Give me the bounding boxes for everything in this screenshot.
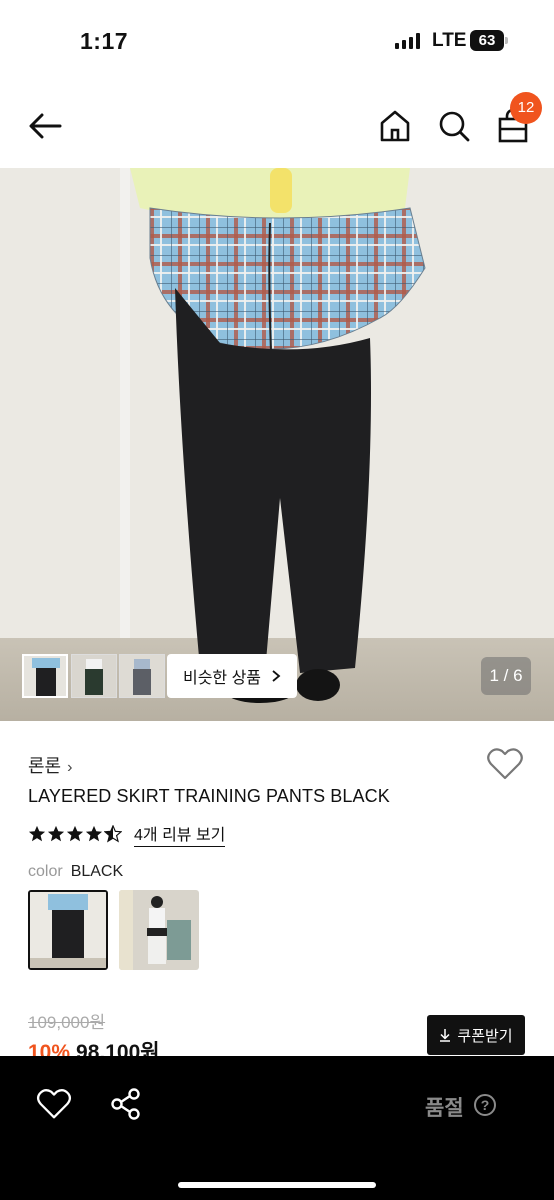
search-button[interactable] [436,108,472,144]
gallery-thumbnail[interactable] [71,654,117,698]
chevron-right-icon: › [67,759,73,776]
home-icon [380,110,410,142]
share-icon [111,1088,140,1120]
brand-link[interactable]: 론론 › [28,752,72,778]
help-icon[interactable]: ? [474,1094,496,1116]
product-photo [0,168,554,721]
product-title: LAYERED SKIRT TRAINING PANTS BLACK [28,786,390,806]
color-label: color [28,863,63,880]
similar-products-label: 비슷한 상품 [182,670,262,687]
get-coupon-button[interactable]: 쿠폰받기 [427,1015,525,1055]
color-value: BLACK [70,863,124,880]
star-icon [47,825,65,842]
color-swatch-black[interactable] [28,890,108,970]
gallery-thumbnail[interactable] [119,654,165,698]
similar-products-button[interactable]: 비슷한 상품 [167,654,297,698]
search-icon [439,111,470,142]
star-rating [28,825,122,843]
bottom-wishlist-button[interactable] [36,1086,72,1122]
home-indicator [178,1182,376,1188]
battery-level: 63 [470,30,504,51]
heart-icon [487,748,523,780]
gallery-thumbnail[interactable] [22,654,68,698]
bottom-action-bar: 품절 ? [0,1056,554,1200]
star-half-icon [104,825,122,843]
battery-icon: 63 [470,30,508,51]
review-link[interactable]: 4개 리뷰 보기 [134,821,226,847]
color-row: color BLACK [28,863,123,881]
sold-out-status: 품절 [425,1097,464,1120]
heart-icon [36,1089,72,1119]
product-image-gallery[interactable]: 비슷한 상품 1 / 6 [0,168,554,721]
star-icon [66,825,84,842]
home-button[interactable] [378,108,412,144]
network-type: LTE [432,30,467,51]
chevron-right-icon [272,670,281,682]
status-time: 1:17 [80,28,129,54]
signal-icon [395,33,420,49]
color-swatch-alt[interactable] [119,890,199,970]
star-icon [28,825,46,842]
cart-count-badge: 12 [510,92,542,124]
gallery-page-counter: 1 / 6 [481,657,531,695]
share-button[interactable] [108,1086,144,1122]
back-button[interactable] [26,108,66,144]
star-icon [85,825,103,842]
download-icon [440,1029,451,1042]
wishlist-button[interactable] [486,746,524,782]
original-price: 109,000원 [28,1013,106,1032]
arrow-left-icon [29,113,62,139]
rating-row: 4개 리뷰 보기 [28,821,226,847]
coupon-label: 쿠폰받기 [457,1027,513,1045]
status-bar: 1:17 LTE 63 [0,0,554,84]
brand-name: 론론 [28,756,62,776]
top-nav [0,84,554,168]
